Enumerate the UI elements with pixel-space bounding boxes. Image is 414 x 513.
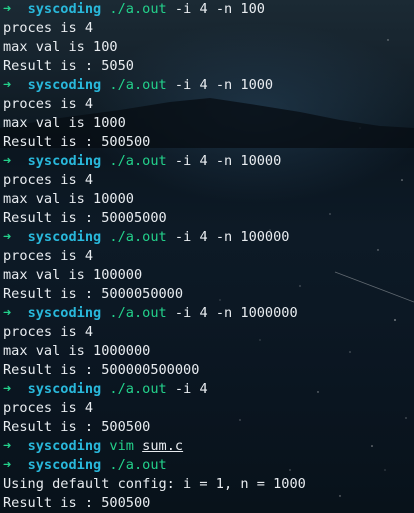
command-name: ./a.out [109, 1, 167, 17]
prompt-directory: syscoding [27, 153, 102, 169]
prompt-directory: syscoding [27, 229, 102, 245]
command-args: -i 4 -n 100000 [174, 229, 290, 245]
output-line: max val is 100 [3, 39, 118, 55]
prompt-arrow-icon: ➜ [3, 153, 12, 169]
output-line: proces is 4 [3, 324, 94, 340]
output-line: Result is : 500500 [3, 419, 151, 435]
prompt-line: ➜ syscoding ./a.out -i 4 -n 100 [3, 0, 414, 19]
prompt-directory: syscoding [27, 457, 102, 473]
output-line: proces is 4 [3, 96, 94, 112]
prompt-arrow-icon: ➜ [3, 305, 12, 321]
prompt-directory: syscoding [27, 381, 102, 397]
output-line: Result is : 50005000 [3, 210, 167, 226]
prompt-arrow-icon: ➜ [3, 1, 12, 17]
prompt-arrow-icon: ➜ [3, 438, 12, 454]
prompt-arrow-icon: ➜ [3, 381, 12, 397]
output-line: max val is 1000 [3, 115, 126, 131]
output-line: Result is : 500000500000 [3, 362, 200, 378]
output-line: Result is : 500500 [3, 495, 151, 511]
output-line: proces is 4 [3, 400, 94, 416]
prompt-directory: syscoding [27, 77, 102, 93]
command-args: -i 4 -n 1000000 [174, 305, 298, 321]
output-line: max val is 100000 [3, 267, 143, 283]
output-line: Result is : 5050 [3, 58, 134, 74]
command-name: ./a.out [109, 305, 167, 321]
output-line: proces is 4 [3, 248, 94, 264]
output-line: Result is : 500500 [3, 134, 151, 150]
prompt-line: ➜ syscoding ./a.out -i 4 -n 10000 [3, 152, 414, 171]
output-line: max val is 10000 [3, 191, 134, 207]
command-name: vim [109, 438, 134, 454]
terminal-output: ➜ syscoding ./a.out -i 4 -n 100 proces is… [3, 0, 414, 513]
prompt-directory: syscoding [27, 305, 102, 321]
prompt-directory: syscoding [27, 438, 102, 454]
output-line: max val is 1000000 [3, 343, 151, 359]
output-line: proces is 4 [3, 172, 94, 188]
prompt-line: ➜ syscoding vim sum.c [3, 437, 414, 456]
command-file-arg: sum.c [142, 438, 184, 454]
command-args: -i 4 [174, 381, 208, 397]
prompt-line: ➜ syscoding ./a.out -i 4 -n 1000 [3, 76, 414, 95]
output-line: proces is 4 [3, 20, 94, 36]
command-name: ./a.out [109, 229, 167, 245]
prompt-arrow-icon: ➜ [3, 457, 12, 473]
command-args: -i 4 -n 10000 [174, 153, 282, 169]
output-line: Result is : 5000050000 [3, 286, 184, 302]
prompt-line: ➜ syscoding ./a.out [3, 456, 414, 475]
prompt-arrow-icon: ➜ [3, 77, 12, 93]
prompt-line: ➜ syscoding ./a.out -i 4 -n 1000000 [3, 304, 414, 323]
output-line: Using default config: i = 1, n = 1000 [3, 476, 306, 492]
command-name: ./a.out [109, 153, 167, 169]
command-name: ./a.out [109, 457, 167, 473]
prompt-directory: syscoding [27, 1, 102, 17]
prompt-arrow-icon: ➜ [3, 229, 12, 245]
command-name: ./a.out [109, 77, 167, 93]
command-args: -i 4 -n 1000 [174, 77, 274, 93]
prompt-line: ➜ syscoding ./a.out -i 4 [3, 380, 414, 399]
prompt-line: ➜ syscoding ./a.out -i 4 -n 100000 [3, 228, 414, 247]
command-args: -i 4 -n 100 [174, 1, 265, 17]
command-name: ./a.out [109, 381, 167, 397]
